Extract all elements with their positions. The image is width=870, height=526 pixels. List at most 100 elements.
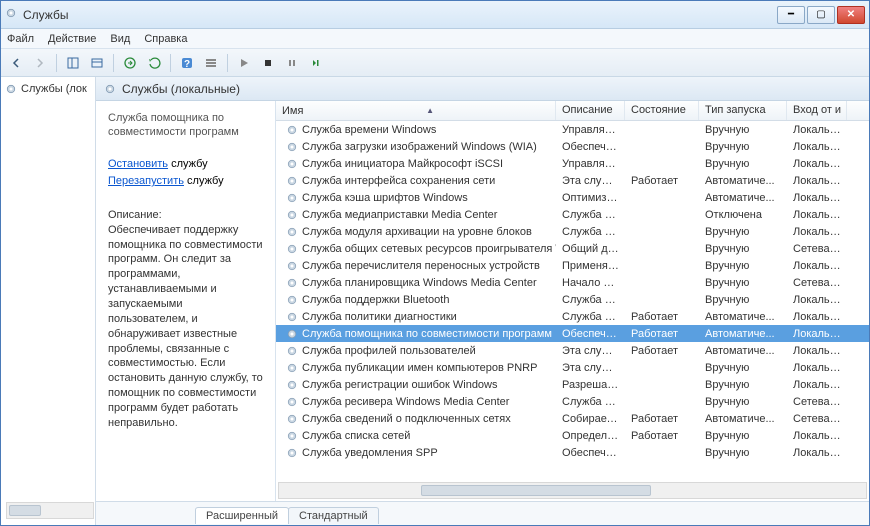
service-desc: Обеспече... <box>556 447 625 459</box>
forward-button[interactable] <box>29 52 51 74</box>
service-state: Работает <box>625 430 699 442</box>
list-hscrollbar[interactable] <box>278 482 867 499</box>
service-name: Служба помощника по совместимости програ… <box>302 328 552 340</box>
service-logon: Локальна <box>787 226 847 238</box>
app-icon <box>5 7 17 22</box>
service-desc: Служба п... <box>556 311 625 323</box>
service-desc: Собирает ... <box>556 413 625 425</box>
service-logon: Локальна <box>787 345 847 357</box>
service-row[interactable]: Служба ресивера Windows Media CenterСлуж… <box>276 393 869 410</box>
restart-link[interactable]: Перезапустить <box>108 175 184 187</box>
service-startup: Вручную <box>699 226 787 238</box>
restart-service-button[interactable] <box>305 52 327 74</box>
pane-header: Службы (локальные) <box>96 77 869 101</box>
col-description[interactable]: Описание <box>556 101 625 120</box>
gear-icon <box>286 328 298 340</box>
maximize-button[interactable]: ▢ <box>807 6 835 24</box>
service-logon: Сетевая с <box>787 396 847 408</box>
selected-service-title: Служба помощника по совместимости програ… <box>108 111 265 140</box>
service-row[interactable]: Служба профилей пользователейЭта служб..… <box>276 342 869 359</box>
start-service-button[interactable] <box>233 52 255 74</box>
service-logon: Локальна <box>787 124 847 136</box>
service-name: Служба интерфейса сохранения сети <box>302 175 495 187</box>
service-desc: Служба Bl... <box>556 209 625 221</box>
service-row[interactable]: Служба времени WindowsУправляет...Вручну… <box>276 121 869 138</box>
menu-file[interactable]: Файл <box>7 33 34 45</box>
service-row[interactable]: Служба медиаприставки Media Center Служба… <box>276 206 869 223</box>
service-startup: Отключена <box>699 209 787 221</box>
show-hide-button[interactable] <box>62 52 84 74</box>
service-row[interactable]: Служба планировщика Windows Media Center… <box>276 274 869 291</box>
service-row[interactable]: Служба модуля архивации на уровне блоков… <box>276 223 869 240</box>
back-button[interactable] <box>5 52 27 74</box>
service-row[interactable]: Служба политики диагностикиСлужба п...Ра… <box>276 308 869 325</box>
service-row[interactable]: Служба сведений о подключенных сетях Соби… <box>276 410 869 427</box>
service-state: Работает <box>625 175 699 187</box>
menu-action[interactable]: Действие <box>48 33 96 45</box>
service-desc: Разрешает... <box>556 379 625 391</box>
tab-standard[interactable]: Стандартный <box>288 507 379 524</box>
service-name: Служба медиаприставки Media Center <box>302 209 497 221</box>
close-button[interactable]: ✕ <box>837 6 865 24</box>
tree-root[interactable]: Службы (лок <box>3 81 93 97</box>
refresh-button[interactable] <box>143 52 165 74</box>
service-name: Служба политики диагностики <box>302 311 457 323</box>
service-logon: Локальна <box>787 362 847 374</box>
service-row[interactable]: Служба общих сетевых ресурсов проигрыват… <box>276 240 869 257</box>
service-logon: Локальна <box>787 158 847 170</box>
tree-root-label: Службы (лок <box>21 83 87 95</box>
col-state[interactable]: Состояние <box>625 101 699 120</box>
service-row[interactable]: Служба загрузки изображений Windows (WIA… <box>276 138 869 155</box>
service-desc: Определя... <box>556 430 625 442</box>
service-row[interactable]: Служба поддержки BluetoothСлужба Bl...Вр… <box>276 291 869 308</box>
service-startup: Автоматиче... <box>699 311 787 323</box>
service-logon: Локальна <box>787 192 847 204</box>
col-name[interactable]: Имя▲ <box>276 101 556 120</box>
help-button[interactable]: ? <box>176 52 198 74</box>
service-name: Служба перечислителя переносных устройст… <box>302 260 540 272</box>
service-startup: Вручную <box>699 124 787 136</box>
service-startup: Вручную <box>699 362 787 374</box>
export-button[interactable] <box>119 52 141 74</box>
service-row[interactable]: Служба списка сетейОпределя...РаботаетВр… <box>276 427 869 444</box>
minimize-button[interactable]: ━ <box>777 6 805 24</box>
stop-link[interactable]: Остановить <box>108 158 168 170</box>
service-name: Служба сведений о подключенных сетях <box>302 413 511 425</box>
menu-help[interactable]: Справка <box>144 33 187 45</box>
service-row[interactable]: Служба кэша шрифтов WindowsОптимизи...Ав… <box>276 189 869 206</box>
service-name: Служба поддержки Bluetooth <box>302 294 449 306</box>
sort-arrow-icon: ▲ <box>426 106 434 115</box>
service-row[interactable]: Служба помощника по совместимости програ… <box>276 325 869 342</box>
service-logon: Локальна <box>787 209 847 221</box>
gear-icon <box>286 311 298 323</box>
service-name: Служба времени Windows <box>302 124 436 136</box>
service-desc: Служба W... <box>556 226 625 238</box>
col-logon[interactable]: Вход от и <box>787 101 847 120</box>
service-row[interactable]: Служба перечислителя переносных устройст… <box>276 257 869 274</box>
detail-pane: Служба помощника по совместимости програ… <box>96 101 276 501</box>
gear-icon <box>286 345 298 357</box>
service-logon: Сетевая с <box>787 277 847 289</box>
col-startup[interactable]: Тип запуска <box>699 101 787 120</box>
gear-icon <box>286 447 298 459</box>
properties-button[interactable] <box>86 52 108 74</box>
pause-service-button[interactable] <box>281 52 303 74</box>
list-button[interactable] <box>200 52 222 74</box>
service-startup: Автоматиче... <box>699 192 787 204</box>
service-row[interactable]: Служба регистрации ошибок WindowsРазреша… <box>276 376 869 393</box>
service-startup: Автоматиче... <box>699 413 787 425</box>
service-row[interactable]: Служба уведомления SPPОбеспече...Вручную… <box>276 444 869 461</box>
service-startup: Вручную <box>699 430 787 442</box>
service-row[interactable]: Служба инициатора Майкрософт iSCSIУправл… <box>276 155 869 172</box>
service-row[interactable]: Служба интерфейса сохранения сетиЭта слу… <box>276 172 869 189</box>
service-logon: Локальна <box>787 447 847 459</box>
tab-extended[interactable]: Расширенный <box>195 507 289 524</box>
tree-hscrollbar[interactable] <box>6 502 94 519</box>
gear-icon <box>286 379 298 391</box>
menu-view[interactable]: Вид <box>110 33 130 45</box>
service-row[interactable]: Служба публикации имен компьютеров PNRPЭ… <box>276 359 869 376</box>
stop-service-button[interactable] <box>257 52 279 74</box>
service-startup: Автоматиче... <box>699 328 787 340</box>
service-desc: Служба Bl... <box>556 294 625 306</box>
gear-icon <box>286 124 298 136</box>
